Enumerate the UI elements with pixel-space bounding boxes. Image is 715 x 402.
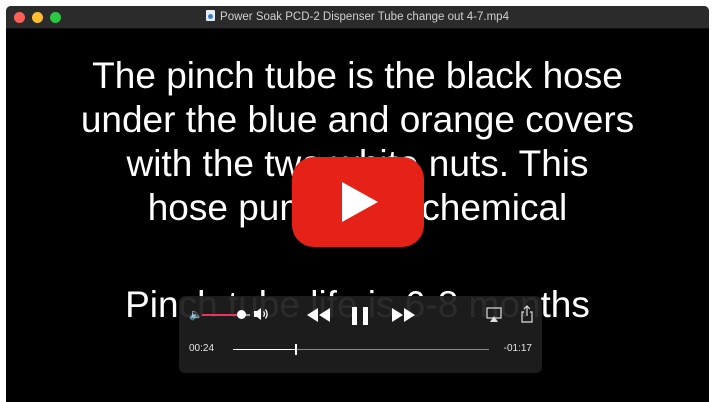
fast-forward-icon (392, 308, 415, 322)
window-title-text: Power Soak PCD-2 Dispenser Tube change o… (220, 11, 509, 23)
document-icon (206, 10, 216, 21)
volume-high-icon[interactable] (253, 306, 271, 322)
remaining-time: -01:17 (503, 343, 532, 354)
progress-fill (233, 349, 296, 350)
rewind-button[interactable] (305, 306, 333, 324)
volume-slider-handle[interactable] (237, 310, 246, 319)
airplay-button[interactable] (485, 306, 503, 324)
video-frame[interactable]: The pinch tube is the black hose under t… (6, 29, 709, 402)
rewind-icon (307, 308, 330, 322)
youtube-play-icon[interactable] (292, 157, 424, 247)
playback-controls: 🔈 00:24 -01:17 (179, 296, 542, 373)
elapsed-time: 00:24 (189, 343, 215, 354)
fast-forward-button[interactable] (389, 306, 417, 324)
title-bar[interactable]: Power Soak PCD-2 Dispenser Tube change o… (6, 6, 709, 29)
caption-line: The pinch tube is the black hose (92, 55, 623, 96)
share-button[interactable] (519, 304, 535, 324)
pause-button[interactable] (348, 304, 372, 328)
pause-icon (352, 307, 368, 325)
window-title: Power Soak PCD-2 Dispenser Tube change o… (6, 6, 709, 28)
player-window: Power Soak PCD-2 Dispenser Tube change o… (6, 6, 709, 402)
share-icon (521, 305, 533, 323)
progress-handle[interactable] (294, 344, 297, 355)
volume-low-icon[interactable]: 🔈 (189, 308, 203, 322)
progress-bar[interactable] (233, 344, 489, 355)
volume-slider-fill[interactable] (202, 314, 240, 316)
caption-line: under the blue and orange covers (80, 99, 635, 140)
airplay-icon (486, 307, 502, 322)
